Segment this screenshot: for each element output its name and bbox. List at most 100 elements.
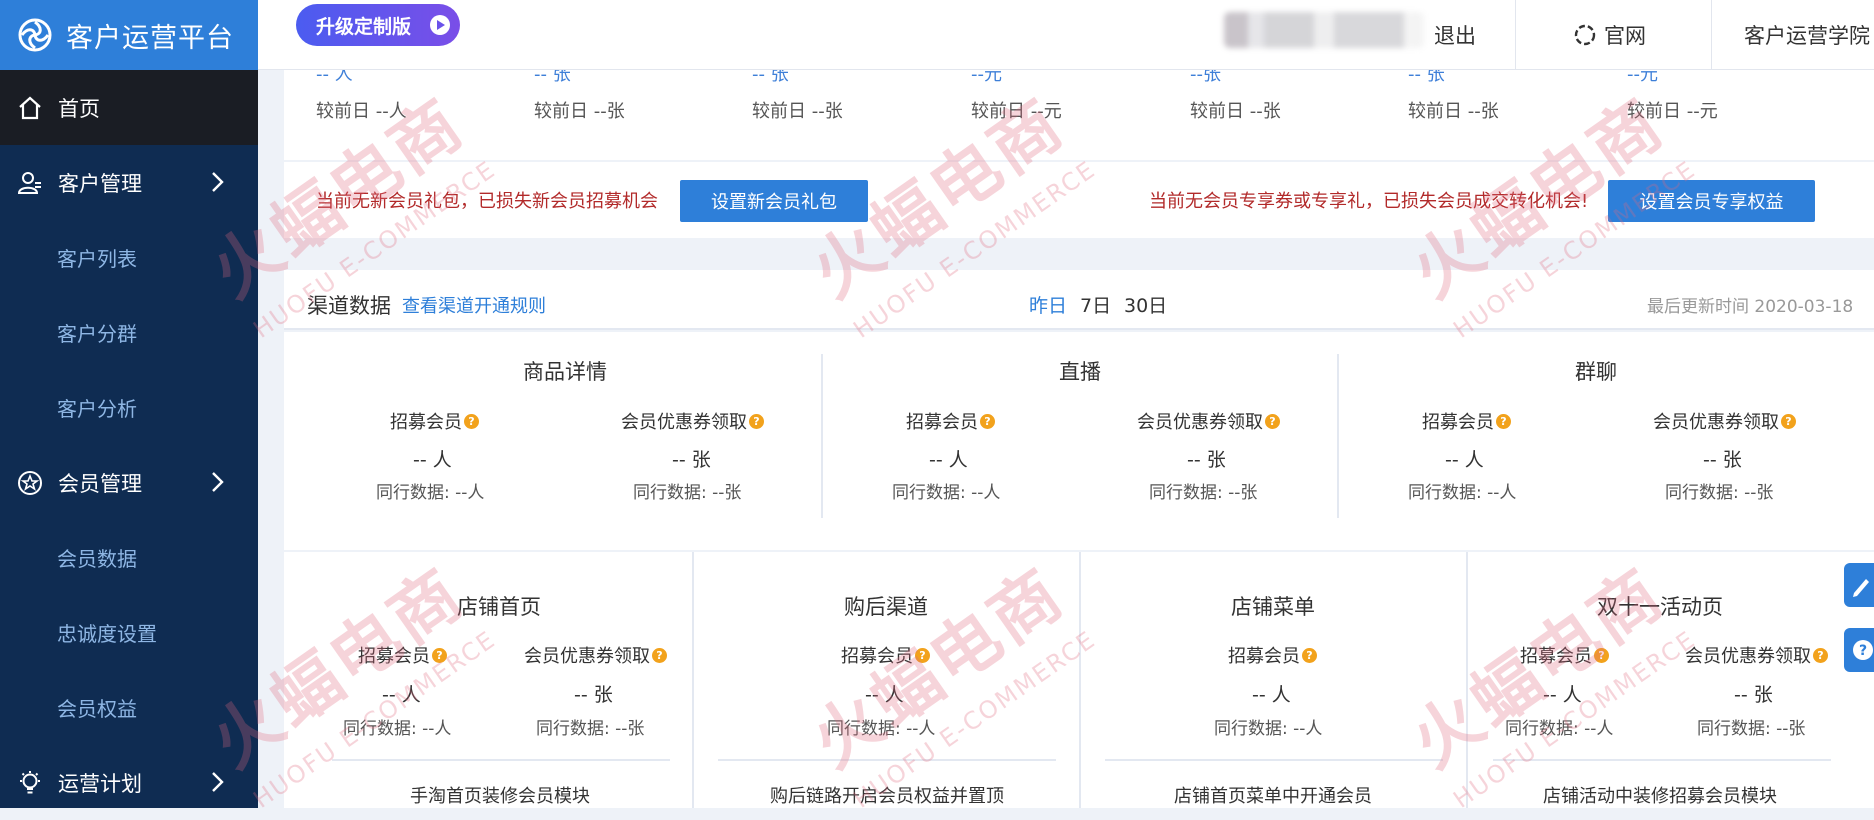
- divider: [1466, 552, 1468, 808]
- help-icon[interactable]: ?: [1265, 413, 1280, 429]
- recruit-value: -- 人: [1252, 684, 1291, 706]
- svg-text:?: ?: [1859, 643, 1867, 659]
- coupon-label: 会员优惠券领取?: [621, 408, 764, 434]
- recruit-peer: 同行数据: --人: [1408, 483, 1517, 503]
- nav-customer-mgmt[interactable]: 客户管理: [0, 145, 258, 220]
- coupon-value: -- 张: [574, 684, 613, 706]
- upgrade-label: 升级定制版: [316, 15, 412, 38]
- set-gift-button[interactable]: 设置新会员礼包: [680, 180, 868, 222]
- channel-rules-link[interactable]: 查看渠道开通规则: [402, 292, 546, 318]
- help-icon[interactable]: ?: [1302, 647, 1317, 663]
- recruit-label: 招募会员?: [1422, 408, 1511, 434]
- coupon-value: -- 张: [1703, 449, 1742, 471]
- coupon-peer: 同行数据: --张: [536, 719, 645, 739]
- channel-card-title: 直播: [1059, 360, 1101, 384]
- official-site-link[interactable]: 官网: [1574, 0, 1646, 70]
- gift-warning-text: 当前无新会员礼包，已损失新会员招募机会: [316, 191, 658, 212]
- recruit-value: -- 人: [413, 449, 452, 471]
- help-icon[interactable]: ?: [1594, 647, 1609, 663]
- nav-customer-analysis[interactable]: 客户分析: [0, 370, 258, 445]
- divider: [821, 354, 823, 518]
- pencil-icon: [1853, 579, 1869, 597]
- coupon-peer: 同行数据: --张: [1665, 483, 1774, 503]
- help-icon[interactable]: ?: [652, 647, 667, 663]
- app-title: 客户运营平台: [66, 22, 234, 54]
- nav-ops-plan-label: 运营计划: [58, 771, 142, 796]
- channel-card-title: 商品详情: [523, 360, 607, 384]
- recruit-label: 招募会员?: [841, 642, 930, 668]
- academy-link[interactable]: 客户运营学院: [1744, 0, 1870, 70]
- logout-link[interactable]: 退出: [1434, 0, 1476, 70]
- coupon-label: 会员优惠券领取?: [1685, 642, 1828, 668]
- stat-prev: 较前日 --张: [752, 101, 843, 122]
- recruit-peer: 同行数据: --人: [343, 719, 452, 739]
- stat-prev: 较前日 --张: [534, 101, 625, 122]
- nav-customer-list[interactable]: 客户列表: [0, 220, 258, 295]
- help-icon[interactable]: ?: [749, 413, 764, 429]
- channel-tip: 店铺首页菜单中开通会员: [1174, 786, 1372, 807]
- help-icon[interactable]: ?: [915, 647, 930, 663]
- stat-prev: 较前日 --人: [316, 101, 407, 122]
- channel-card-title: 群聊: [1575, 360, 1617, 384]
- app-logo[interactable]: 客户运营平台: [0, 0, 258, 70]
- channel-tip: 购后链路开启会员权益并置顶: [770, 786, 1004, 807]
- stat-prev: 较前日 --张: [1408, 101, 1499, 122]
- question-icon: ?: [1853, 640, 1873, 660]
- nav-member-benefits[interactable]: 会员权益: [0, 670, 258, 745]
- recruit-label: 招募会员?: [390, 408, 479, 434]
- help-icon[interactable]: ?: [980, 413, 995, 429]
- coupon-value: -- 张: [1187, 449, 1226, 471]
- channel-card-title: 购后渠道: [844, 595, 928, 619]
- upgrade-button[interactable]: 升级定制版: [296, 4, 460, 46]
- divider: [1493, 759, 1831, 761]
- divider: [692, 552, 694, 808]
- nav-ops-plan[interactable]: 运营计划: [0, 745, 258, 820]
- nav-customer-group[interactable]: 客户分群: [0, 295, 258, 370]
- nav-member-mgmt[interactable]: 会员管理: [0, 445, 258, 520]
- edit-float-button[interactable]: [1844, 563, 1874, 607]
- logo-icon: [1574, 24, 1596, 46]
- recruit-value: -- 人: [1543, 684, 1582, 706]
- coupon-label: 会员优惠券领取?: [524, 642, 667, 668]
- recruit-peer: 同行数据: --人: [827, 719, 936, 739]
- divider: [1337, 354, 1339, 518]
- last-updated: 最后更新时间 2020-03-18: [1647, 297, 1854, 317]
- recruit-peer: 同行数据: --人: [892, 483, 1001, 503]
- recruit-label: 招募会员?: [906, 408, 995, 434]
- coupon-value: -- 张: [672, 449, 711, 471]
- divider: [1105, 759, 1443, 761]
- channel-card-title: 双十一活动页: [1597, 595, 1723, 619]
- help-float-button[interactable]: ?: [1844, 628, 1874, 672]
- range-yesterday-tab[interactable]: 昨日: [1029, 291, 1067, 318]
- recruit-value: -- 人: [382, 684, 421, 706]
- help-icon[interactable]: ?: [432, 647, 447, 663]
- channel-card-title: 店铺首页: [457, 595, 541, 619]
- help-icon[interactable]: ?: [1496, 413, 1511, 429]
- channel-tip: 手淘首页装修会员模块: [410, 786, 590, 807]
- recruit-peer: 同行数据: --人: [1505, 719, 1614, 739]
- help-icon[interactable]: ?: [464, 413, 479, 429]
- range-30-tab[interactable]: 30日: [1124, 291, 1167, 318]
- coupon-label: 会员优惠券领取?: [1137, 408, 1280, 434]
- recruit-label: 招募会员?: [1228, 642, 1317, 668]
- help-icon[interactable]: ?: [1813, 647, 1828, 663]
- chevron-right-icon: [212, 772, 224, 792]
- recruit-peer: 同行数据: --人: [1214, 719, 1323, 739]
- divider: [1079, 552, 1081, 808]
- recruit-label: 招募会员?: [1520, 642, 1609, 668]
- help-icon[interactable]: ?: [1781, 413, 1796, 429]
- nav-loyalty-settings[interactable]: 忠诚度设置: [0, 595, 258, 670]
- chevron-right-icon: [212, 472, 224, 492]
- nav-member-data[interactable]: 会员数据: [0, 520, 258, 595]
- set-benefit-button[interactable]: 设置会员专享权益: [1608, 180, 1815, 222]
- home-icon: [16, 94, 44, 122]
- recruit-value: -- 人: [929, 449, 968, 471]
- nav-home[interactable]: 首页: [0, 70, 258, 145]
- range-7-tab[interactable]: 7日: [1080, 291, 1111, 318]
- channel-card-title: 店铺菜单: [1231, 595, 1315, 619]
- channel-tip: 店铺活动中装修招募会员模块: [1543, 786, 1777, 807]
- recruit-peer: 同行数据: --人: [376, 483, 485, 503]
- lightbulb-icon: [16, 769, 44, 797]
- channel-title: 渠道数据: [307, 294, 391, 318]
- recruit-value: -- 人: [865, 684, 904, 706]
